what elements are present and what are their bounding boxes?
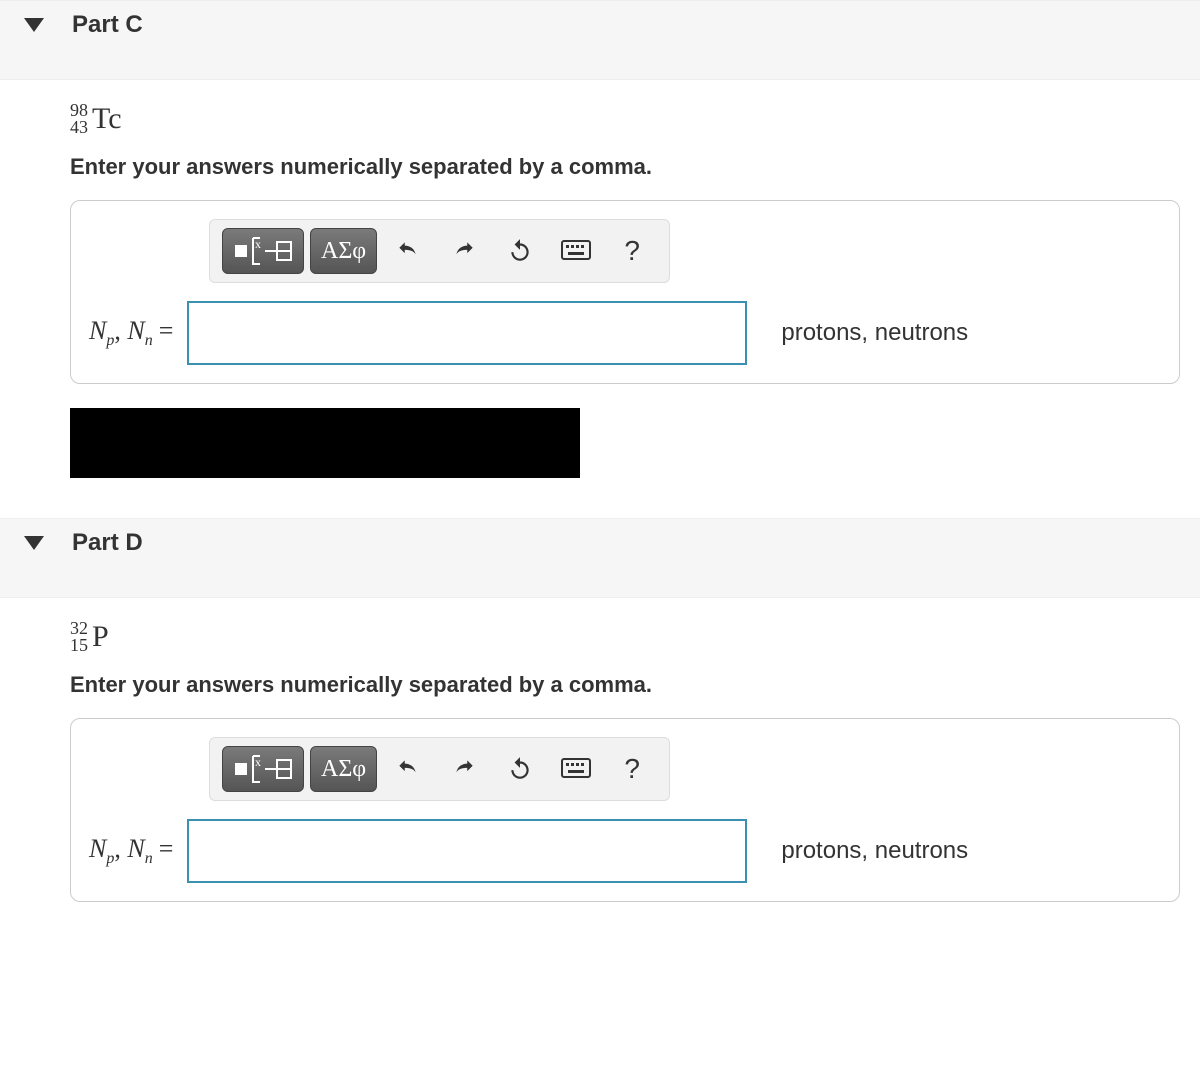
- atomic-number: 15: [70, 635, 88, 655]
- templates-icon: x: [233, 236, 293, 266]
- part-c-header[interactable]: Part C: [0, 0, 1200, 80]
- units-label: protons, neutrons: [781, 837, 968, 865]
- redo-icon: [451, 756, 477, 782]
- greek-symbols-button[interactable]: ΑΣφ: [310, 228, 377, 274]
- part-d-title: Part D: [72, 529, 143, 557]
- element-symbol: Tc: [92, 102, 122, 136]
- templates-button[interactable]: x: [222, 228, 304, 274]
- undo-button[interactable]: [383, 747, 433, 791]
- part-d-body: 32 15 P Enter your answers numerically s…: [0, 598, 1200, 922]
- greek-symbols-button[interactable]: ΑΣφ: [310, 746, 377, 792]
- input-row: Np, Nn= protons, neutrons: [89, 301, 1161, 365]
- input-row: Np, Nn= protons, neutrons: [89, 819, 1161, 883]
- part-c-body: 98 43 Tc Enter your answers numerically …: [0, 80, 1200, 404]
- undo-icon: [395, 756, 421, 782]
- variable-label: Np, Nn=: [89, 834, 173, 868]
- equation-toolbar: x ΑΣφ: [209, 219, 670, 283]
- equation-toolbar: x ΑΣφ: [209, 737, 670, 801]
- svg-text:x: x: [255, 755, 261, 769]
- element-symbol: P: [92, 620, 109, 654]
- keyboard-icon: [561, 758, 591, 780]
- undo-icon: [395, 238, 421, 264]
- part-d-header[interactable]: Part D: [0, 518, 1200, 598]
- reset-icon: [507, 756, 533, 782]
- part-c-title: Part C: [72, 11, 143, 39]
- keyboard-button[interactable]: [551, 229, 601, 273]
- svg-text:x: x: [255, 237, 261, 251]
- atomic-number: 43: [70, 117, 88, 137]
- templates-button[interactable]: x: [222, 746, 304, 792]
- reset-button[interactable]: [495, 229, 545, 273]
- chevron-down-icon: [24, 18, 44, 32]
- answer-box: x ΑΣφ: [70, 200, 1180, 384]
- answer-input[interactable]: [187, 301, 747, 365]
- redacted-block: [70, 408, 580, 478]
- redo-button[interactable]: [439, 747, 489, 791]
- keyboard-button[interactable]: [551, 747, 601, 791]
- help-button[interactable]: ?: [607, 229, 657, 273]
- answer-input[interactable]: [187, 819, 747, 883]
- isotope-p: 32 15 P: [70, 618, 1180, 654]
- templates-icon: x: [233, 754, 293, 784]
- variable-label: Np, Nn=: [89, 316, 173, 350]
- undo-button[interactable]: [383, 229, 433, 273]
- reset-icon: [507, 238, 533, 264]
- chevron-down-icon: [24, 536, 44, 550]
- answer-box: x ΑΣφ: [70, 718, 1180, 902]
- redo-button[interactable]: [439, 229, 489, 273]
- units-label: protons, neutrons: [781, 319, 968, 347]
- isotope-tc: 98 43 Tc: [70, 100, 1180, 136]
- help-button[interactable]: ?: [607, 747, 657, 791]
- redo-icon: [451, 238, 477, 264]
- instruction-text: Enter your answers numerically separated…: [70, 672, 1180, 698]
- reset-button[interactable]: [495, 747, 545, 791]
- instruction-text: Enter your answers numerically separated…: [70, 154, 1180, 180]
- keyboard-icon: [561, 240, 591, 262]
